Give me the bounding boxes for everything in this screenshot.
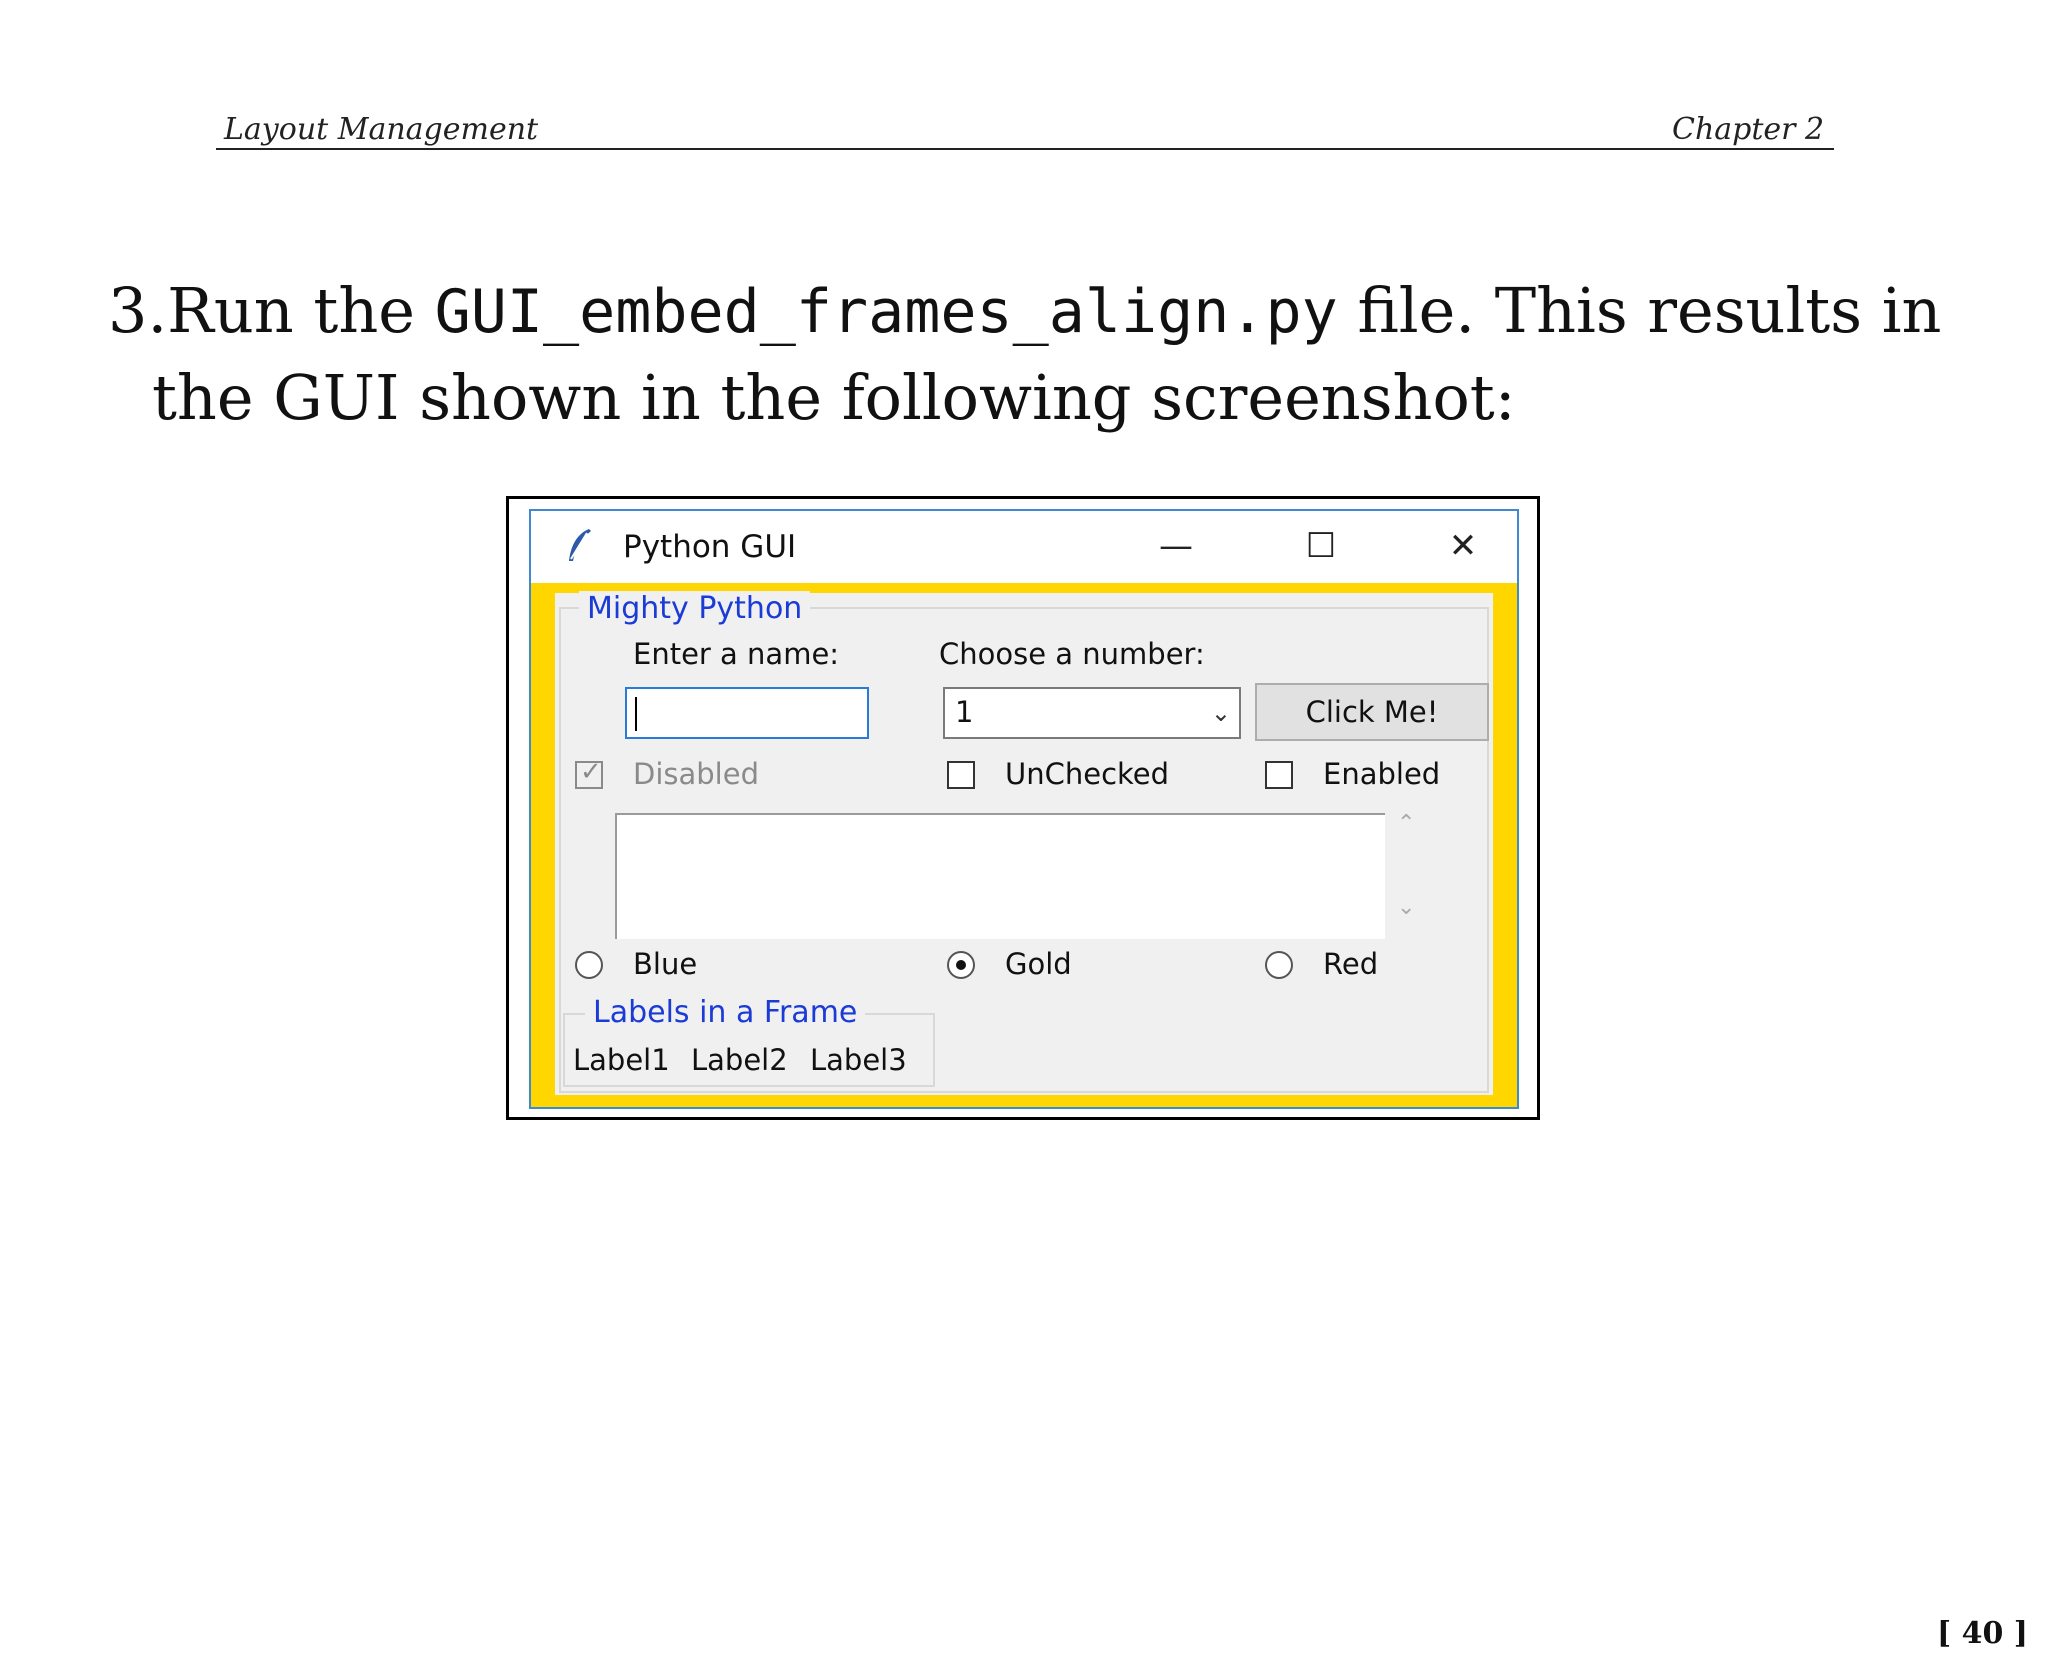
checkmark-icon: ✓ [580, 757, 602, 787]
step-prefix: 3.Run the [108, 274, 435, 347]
step-suffix: file. This results in [1337, 274, 1942, 347]
unchecked-checkbox[interactable] [947, 761, 975, 789]
name-label: Enter a name: [633, 637, 840, 671]
gold-radio[interactable] [947, 951, 975, 979]
title-bar[interactable]: Python GUI — ☐ ✕ [531, 511, 1517, 583]
scrolled-text-area[interactable] [615, 813, 1385, 939]
radio-selected-dot [956, 960, 966, 970]
step-line-2: the GUI shown in the following screensho… [152, 361, 1516, 434]
number-label: Choose a number: [939, 637, 1205, 671]
red-radio-label[interactable]: Red [1323, 947, 1378, 981]
client-area: Mighty Python Enter a name: Choose a num… [555, 591, 1493, 1095]
text-caret [635, 697, 637, 731]
chevron-down-icon[interactable]: ⌄ [1211, 699, 1231, 727]
label-1: Label1 [573, 1043, 670, 1077]
running-header-left: Layout Management [224, 112, 539, 147]
blue-radio-label[interactable]: Blue [633, 947, 697, 981]
window-title: Python GUI [623, 529, 797, 565]
blue-radio[interactable] [575, 951, 603, 979]
label-2: Label2 [691, 1043, 788, 1077]
red-radio[interactable] [1265, 951, 1293, 979]
python-gui-window: Python GUI — ☐ ✕ Mighty Python Enter a n… [529, 509, 1519, 1109]
feather-icon [569, 529, 591, 561]
unchecked-checkbox-label[interactable]: UnChecked [1005, 757, 1169, 791]
maximize-button[interactable]: ☐ [1291, 523, 1351, 569]
gold-radio-label[interactable]: Gold [1005, 947, 1072, 981]
enabled-checkbox-label[interactable]: Enabled [1323, 757, 1440, 791]
enabled-checkbox[interactable] [1265, 761, 1293, 789]
scroll-up-icon[interactable]: ⌃ [1397, 811, 1415, 836]
label-3: Label3 [810, 1043, 907, 1077]
number-combobox-value: 1 [955, 695, 974, 729]
name-entry[interactable] [625, 687, 869, 739]
disabled-checkbox: ✓ [575, 757, 603, 789]
page-number: [ 40 ] [1936, 1616, 2028, 1651]
click-me-button[interactable]: Click Me! [1255, 683, 1489, 741]
number-combobox[interactable]: 1 ⌄ [943, 687, 1241, 739]
disabled-checkbox-label: Disabled [633, 757, 759, 791]
header-rule [216, 148, 1834, 150]
step-paragraph: 3.Run the GUI_embed_frames_align.py file… [108, 268, 2028, 441]
close-button[interactable]: ✕ [1433, 523, 1493, 569]
running-header-right: Chapter 2 [1672, 112, 1825, 147]
mighty-python-legend: Mighty Python [579, 591, 811, 626]
screenshot-frame: Python GUI — ☐ ✕ Mighty Python Enter a n… [506, 496, 1540, 1120]
scroll-down-icon[interactable]: ⌄ [1397, 895, 1415, 920]
window-background: Mighty Python Enter a name: Choose a num… [531, 583, 1517, 1107]
minimize-button[interactable]: — [1146, 523, 1206, 569]
labels-frame-legend: Labels in a Frame [585, 995, 866, 1030]
code-filename: GUI_embed_frames_align.py [434, 277, 1338, 347]
